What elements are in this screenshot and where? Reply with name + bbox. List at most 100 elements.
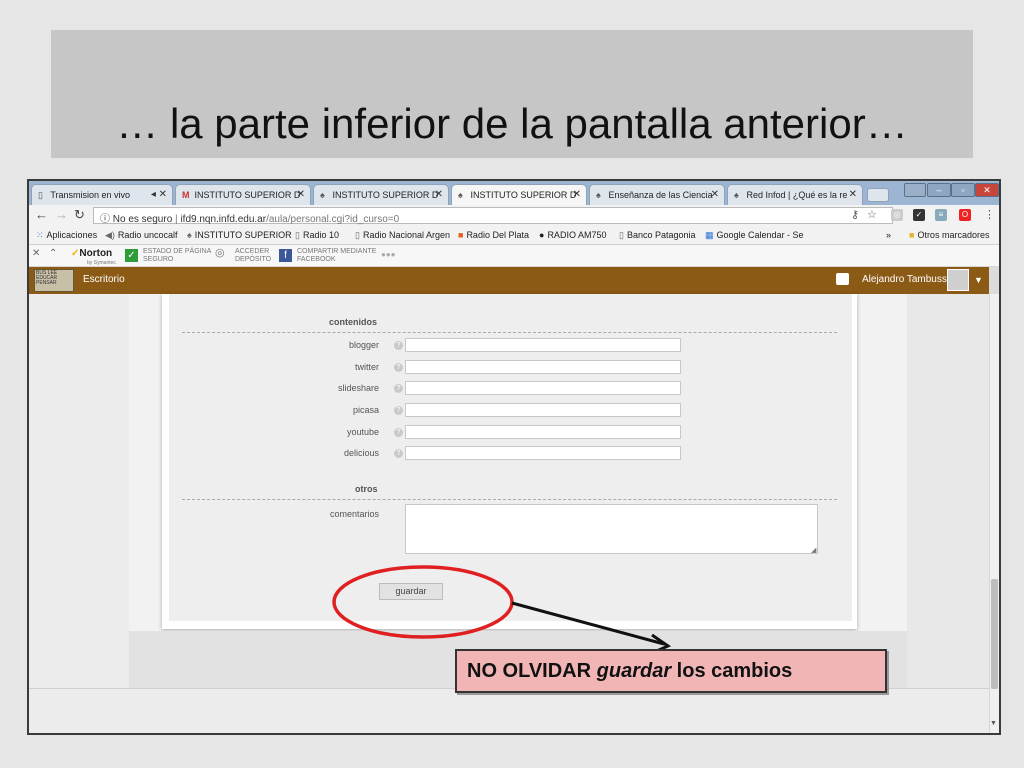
- extension-icon[interactable]: ◎: [891, 209, 903, 221]
- field-label-comentarios: comentarios: [329, 509, 379, 519]
- close-icon[interactable]: ✕: [435, 189, 443, 200]
- site-icon: ♠: [734, 190, 739, 200]
- tab-label: Red Infod | ¿Qué es la re: [746, 190, 848, 200]
- browser-toolbar: ← → ↻ ⓘ No es seguro | ifd9.nqn.infd.edu…: [29, 205, 999, 226]
- field-label-delicious: delicious: [343, 448, 379, 458]
- help-icon[interactable]: ?: [394, 449, 403, 458]
- bookmarks-bar: ⁙ Aplicaciones ◀) Radio uncocalf ♠ INSTITUT…: [29, 226, 999, 245]
- back-arrow-icon[interactable]: ←: [35, 207, 48, 222]
- bookmark-other[interactable]: ■ Otros marcadores: [909, 230, 989, 240]
- maximize-button[interactable]: ▫: [951, 183, 975, 197]
- slide-title-banner: … la parte inferior de la pantalla anter…: [51, 30, 973, 158]
- facebook-share[interactable]: COMPARTIR MEDIANTE FACEBOOK: [297, 248, 376, 264]
- close-icon[interactable]: ✕: [297, 189, 305, 200]
- reload-icon[interactable]: ↻: [74, 207, 85, 223]
- bookmark-apps[interactable]: ⁙ Aplicaciones: [36, 230, 97, 241]
- vault-access[interactable]: ACCEDER DEPÓSITO: [235, 248, 271, 264]
- blogger-input[interactable]: [405, 338, 681, 352]
- section-heading-otros: otros: [355, 484, 378, 494]
- info-icon: ⓘ: [100, 214, 113, 225]
- avatar[interactable]: [947, 269, 969, 291]
- field-label-youtube: youtube: [346, 427, 379, 437]
- bookmark-item[interactable]: ▦ Google Calendar - Se: [705, 230, 804, 241]
- more-icon[interactable]: ●●●: [381, 251, 396, 259]
- site-logo[interactable]: BUS LEE EDUCAR PENSAR: [34, 269, 74, 292]
- scroll-down-arrow-icon[interactable]: ▼: [990, 720, 997, 727]
- bookmark-item[interactable]: ■ Radio Del Plata: [458, 230, 529, 240]
- bookmark-item[interactable]: ♠ INSTITUTO SUPERIOR: [187, 230, 292, 240]
- help-icon[interactable]: ?: [394, 406, 403, 415]
- annotation-note: NO OLVIDAR guardar los cambios: [455, 649, 887, 693]
- help-icon[interactable]: ?: [394, 384, 403, 393]
- bookmark-item[interactable]: ● RADIO AM750: [539, 230, 606, 240]
- delicious-input[interactable]: [405, 446, 681, 460]
- note-emphasis: guardar: [596, 660, 672, 682]
- norton-toolbar: ✕ ⌃ ✓Norton by Symantec ✓ ESTADO DE PÁGI…: [29, 245, 999, 267]
- url-path: /aula/personal.cgi?id_curso=0: [266, 214, 400, 225]
- bookmark-item[interactable]: ▯ Banco Patagonia: [619, 230, 696, 241]
- gmail-icon: M: [182, 190, 190, 200]
- comments-textarea[interactable]: [405, 504, 818, 554]
- extension-icon[interactable]: ✓: [913, 209, 925, 221]
- extension-icon[interactable]: ≡: [935, 209, 947, 221]
- menu-icon[interactable]: ⋮: [984, 208, 995, 221]
- user-name[interactable]: Alejandro Tambussi: [862, 274, 949, 285]
- bookmark-item[interactable]: ◀) Radio uncocalf: [105, 230, 177, 241]
- nav-escritorio[interactable]: Escritorio: [83, 274, 125, 285]
- chevron-up-icon[interactable]: ⌃: [49, 249, 57, 259]
- chevron-down-icon[interactable]: ▼: [974, 275, 983, 285]
- page-left-margin: [29, 294, 129, 688]
- help-icon[interactable]: ?: [394, 428, 403, 437]
- security-label: No es seguro: [112, 214, 173, 225]
- profile-button[interactable]: [904, 183, 926, 197]
- extension-icon[interactable]: O: [959, 209, 971, 221]
- site-header: BUS LEE EDUCAR PENSAR Escritorio Alejand…: [29, 267, 989, 294]
- browser-tab[interactable]: ♠ INSTITUTO SUPERIOR D ✕: [313, 184, 449, 205]
- close-icon[interactable]: ◂ ✕: [151, 189, 167, 200]
- new-tab-button[interactable]: [867, 188, 889, 202]
- picasa-input[interactable]: [405, 403, 681, 417]
- close-icon[interactable]: ✕: [32, 249, 40, 259]
- browser-tab[interactable]: M INSTITUTO SUPERIOR D ✕: [175, 184, 311, 205]
- minimize-button[interactable]: –: [927, 183, 951, 197]
- norton-subtitle: by Symantec: [87, 260, 116, 266]
- bookmark-star-icon[interactable]: ☆: [867, 208, 877, 221]
- field-label-picasa: picasa: [352, 405, 379, 415]
- bookmark-item[interactable]: ▯ Radio Nacional Argen: [355, 230, 450, 241]
- close-icon[interactable]: ✕: [573, 189, 581, 200]
- resize-grip-icon[interactable]: ◢: [811, 546, 816, 554]
- url-host: ifd9.nqn.infd.edu.ar: [180, 214, 267, 225]
- site-icon: ♠: [320, 190, 325, 200]
- close-icon[interactable]: ✕: [711, 189, 719, 200]
- slideshare-input[interactable]: [405, 381, 681, 395]
- field-label-twitter: twitter: [354, 362, 379, 372]
- address-bar[interactable]: ⓘ No es seguro | ifd9.nqn.infd.edu.ar/au…: [93, 207, 893, 225]
- slide-title: … la parte inferior de la pantalla anter…: [116, 100, 908, 147]
- bookmark-item[interactable]: ▯ Radio 10: [295, 230, 339, 241]
- safe-check-icon: ✓: [125, 249, 138, 262]
- close-icon[interactable]: ✕: [849, 189, 857, 200]
- divider: [182, 332, 837, 333]
- browser-tab[interactable]: ♠ Enseñanza de las Ciencia ✕: [589, 184, 725, 205]
- key-icon[interactable]: ⚷: [851, 208, 859, 221]
- divider: [182, 499, 837, 500]
- bookmarks-overflow[interactable]: »: [886, 230, 891, 240]
- browser-tab-active[interactable]: ♠ INSTITUTO SUPERIOR D ✕: [451, 184, 587, 205]
- youtube-input[interactable]: [405, 425, 681, 439]
- close-window-button[interactable]: ✕: [975, 183, 999, 197]
- briefcase-icon[interactable]: [836, 273, 849, 285]
- forward-arrow-icon[interactable]: →: [55, 207, 68, 222]
- twitter-input[interactable]: [405, 360, 681, 374]
- site-icon: ♠: [596, 190, 601, 200]
- browser-tab[interactable]: ♠ Red Infod | ¿Qué es la re ✕: [727, 184, 863, 205]
- scrollbar-thumb[interactable]: [991, 579, 998, 689]
- help-icon[interactable]: ?: [394, 341, 403, 350]
- save-button[interactable]: guardar: [379, 583, 443, 600]
- browser-tab[interactable]: ▯ Transmision en vivo ◂ ✕: [31, 184, 173, 205]
- facebook-icon: f: [279, 249, 292, 262]
- site-icon: ♠: [458, 190, 463, 200]
- help-icon[interactable]: ?: [394, 363, 403, 372]
- page-icon: ▯: [38, 190, 43, 200]
- page-state[interactable]: ESTADO DE PÁGINA SEGURO: [143, 248, 211, 264]
- tab-label: Transmision en vivo: [50, 190, 131, 200]
